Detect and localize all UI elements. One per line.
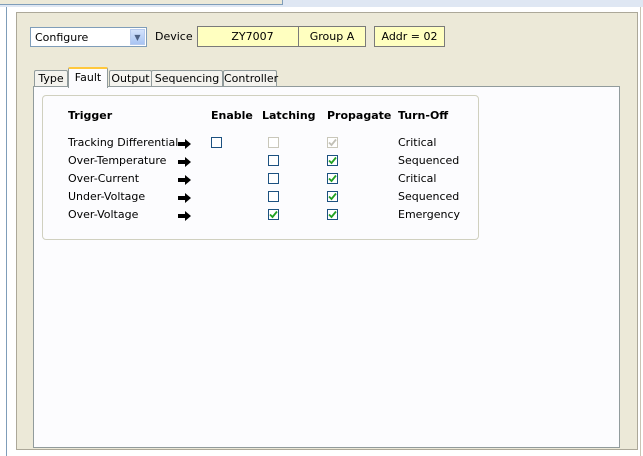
fault-panel: Trigger Enable Latching Propagate Turn-O… [33, 86, 620, 448]
checkmark-icon [269, 210, 278, 219]
checkmark-icon [328, 210, 337, 219]
chevron-down-icon[interactable]: ▼ [130, 29, 145, 45]
turn-off-over-current: Critical [398, 172, 437, 185]
arrow-right-icon [178, 157, 191, 167]
propagate-checkbox-tracking-differential[interactable] [327, 137, 338, 148]
window-top-strip [0, 0, 643, 7]
latching-checkbox-over-temperature[interactable] [268, 155, 279, 166]
arrow-right-icon [178, 211, 191, 221]
tab-sequencing[interactable]: Sequencing [151, 70, 223, 87]
tab-fault[interactable]: Fault [68, 67, 108, 88]
header-enable: Enable [211, 109, 253, 122]
trigger-tracking-differential: Tracking Differential [68, 136, 179, 149]
right-border [640, 7, 641, 456]
enable-checkbox-tracking-differential[interactable] [211, 137, 222, 148]
turn-off-tracking-differential: Critical [398, 136, 437, 149]
address-field: Addr = 02 [374, 26, 445, 47]
turn-off-over-voltage: Emergency [398, 208, 461, 221]
arrow-right-icon [178, 139, 191, 149]
checkmark-icon [328, 174, 337, 183]
trigger-over-current: Over-Current [68, 172, 140, 185]
propagate-checkbox-over-temperature[interactable] [327, 155, 338, 166]
trigger-under-voltage: Under-Voltage [68, 190, 146, 203]
group-field: Group A [298, 26, 366, 47]
propagate-checkbox-over-current[interactable] [327, 173, 338, 184]
device-header: Configure ▼ Device ZY7007 Group A Addr =… [17, 13, 637, 53]
header-latching: Latching [262, 109, 316, 122]
turn-off-over-temperature: Sequenced [398, 154, 460, 167]
mode-select-value: Configure [35, 31, 89, 44]
checkmark-icon [328, 156, 337, 165]
trigger-over-voltage: Over-Voltage [68, 208, 139, 221]
turn-off-under-voltage: Sequenced [398, 190, 460, 203]
fault-groupbox: Trigger Enable Latching Propagate Turn-O… [42, 95, 479, 240]
checkmark-icon [328, 192, 337, 201]
latching-checkbox-over-voltage[interactable] [268, 209, 279, 220]
left-border [6, 7, 7, 456]
header-turn-off: Turn-Off [398, 109, 449, 122]
tab-type[interactable]: Type [34, 70, 68, 87]
parent-tab-edge [0, 0, 283, 5]
device-config-frame: Configure ▼ Device ZY7007 Group A Addr =… [16, 12, 638, 450]
device-label: Device [155, 30, 193, 43]
tab-output[interactable]: Output [109, 70, 152, 87]
arrow-right-icon [178, 193, 191, 203]
propagate-checkbox-under-voltage[interactable] [327, 191, 338, 202]
latching-checkbox-under-voltage[interactable] [268, 191, 279, 202]
latching-checkbox-over-current[interactable] [268, 173, 279, 184]
latching-checkbox-tracking-differential[interactable] [268, 137, 279, 148]
propagate-checkbox-over-voltage[interactable] [327, 209, 338, 220]
checkmark-icon [328, 138, 337, 147]
tab-controller[interactable]: Controller [223, 70, 278, 87]
header-propagate: Propagate [327, 109, 392, 122]
device-id-field: ZY7007 [197, 26, 308, 47]
trigger-over-temperature: Over-Temperature [68, 154, 167, 167]
mode-select[interactable]: Configure ▼ [30, 27, 147, 47]
arrow-right-icon [178, 175, 191, 185]
header-trigger: Trigger [68, 109, 113, 122]
